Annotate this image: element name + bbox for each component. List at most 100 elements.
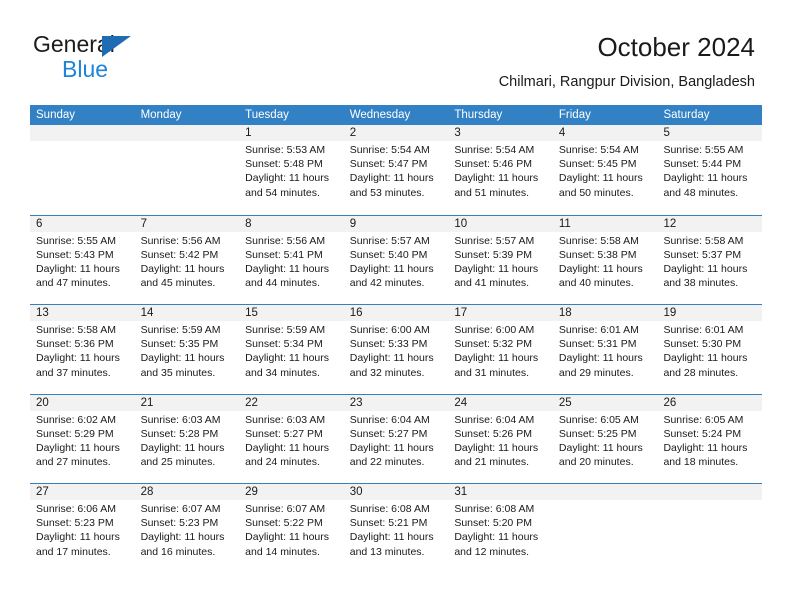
sunrise-text: Sunrise: 6:04 AM: [454, 413, 535, 426]
sunset-text: Sunset: 5:36 PM: [36, 338, 114, 351]
sunrise-text: Sunrise: 6:03 AM: [140, 413, 221, 426]
day-cell[interactable]: [30, 125, 135, 215]
day-number: 2: [349, 127, 357, 139]
sunset-text: Sunset: 5:30 PM: [663, 338, 742, 351]
daylight-text-line2: and 48 minutes.: [663, 186, 739, 199]
day-details: Sunrise: 6:01 AM Sunset: 5:30 PM Dayligh…: [663, 323, 756, 380]
day-cell[interactable]: 16 Sunrise: 6:00 AM Sunset: 5:33 PM Dayl…: [344, 305, 449, 394]
weekday-header-sunday: Sunday: [36, 109, 76, 121]
day-cell[interactable]: 6 Sunrise: 5:55 AM Sunset: 5:43 PM Dayli…: [30, 216, 135, 305]
daylight-text-line2: and 24 minutes.: [245, 456, 320, 469]
day-cell[interactable]: 3 Sunrise: 5:54 AM Sunset: 5:46 PM Dayli…: [448, 125, 553, 215]
week-row: 6 Sunrise: 5:55 AM Sunset: 5:43 PM Dayli…: [30, 214, 762, 305]
daylight-text-line2: and 41 minutes.: [454, 277, 530, 290]
sunset-text: Sunset: 5:48 PM: [245, 158, 323, 171]
sunset-text: Sunset: 5:35 PM: [140, 338, 219, 351]
daylight-text-line2: and 32 minutes.: [349, 366, 425, 379]
day-cell[interactable]: 11 Sunrise: 5:58 AM Sunset: 5:38 PM Dayl…: [553, 216, 658, 305]
daylight-text-line2: and 31 minutes.: [454, 366, 530, 379]
day-number: 26: [663, 396, 677, 409]
day-cell[interactable]: 14 Sunrise: 5:59 AM Sunset: 5:35 PM Dayl…: [135, 305, 240, 394]
day-cell[interactable]: 9 Sunrise: 5:57 AM Sunset: 5:40 PM Dayli…: [344, 216, 449, 305]
sunrise-text: Sunrise: 5:58 AM: [663, 234, 744, 247]
daylight-text-line1: Daylight: 11 hours: [663, 441, 748, 454]
sunrise-text: Sunrise: 5:54 AM: [454, 144, 535, 156]
day-cell[interactable]: 13 Sunrise: 5:58 AM Sunset: 5:36 PM Dayl…: [30, 305, 135, 394]
daylight-text-line2: and 29 minutes.: [558, 366, 634, 379]
day-cell[interactable]: 2 Sunrise: 5:54 AM Sunset: 5:47 PM Dayli…: [344, 125, 449, 215]
day-cell[interactable]: 4 Sunrise: 5:54 AM Sunset: 5:45 PM Dayli…: [553, 125, 658, 215]
day-cell[interactable]: 25 Sunrise: 6:05 AM Sunset: 5:25 PM Dayl…: [553, 395, 658, 484]
day-cell[interactable]: 17 Sunrise: 6:00 AM Sunset: 5:32 PM Dayl…: [448, 305, 553, 394]
sunset-text: Sunset: 5:46 PM: [454, 158, 532, 171]
day-cell[interactable]: 8 Sunrise: 5:56 AM Sunset: 5:41 PM Dayli…: [239, 216, 344, 305]
daylight-text-line1: Daylight: 11 hours: [349, 531, 434, 544]
day-cell[interactable]: 27 Sunrise: 6:06 AM Sunset: 5:23 PM Dayl…: [30, 484, 135, 573]
day-number: 18: [558, 307, 572, 319]
day-details: Sunrise: 6:00 AM Sunset: 5:32 PM Dayligh…: [454, 323, 547, 380]
sunrise-text: Sunrise: 5:58 AM: [36, 324, 116, 336]
daylight-text-line1: Daylight: 11 hours: [245, 172, 330, 185]
day-cell[interactable]: 30 Sunrise: 6:08 AM Sunset: 5:21 PM Dayl…: [344, 484, 449, 573]
day-number: 3: [454, 127, 461, 139]
day-number: 31: [454, 486, 468, 498]
day-cell[interactable]: 7 Sunrise: 5:56 AM Sunset: 5:42 PM Dayli…: [135, 216, 240, 305]
daylight-text-line1: Daylight: 11 hours: [349, 441, 434, 454]
daylight-text-line1: Daylight: 11 hours: [36, 262, 120, 275]
day-cell[interactable]: 23 Sunrise: 6:04 AM Sunset: 5:27 PM Dayl…: [344, 395, 449, 484]
day-number: [36, 125, 129, 141]
day-cell[interactable]: [657, 484, 762, 573]
general-blue-logo[interactable]: General Blue: [33, 31, 233, 82]
day-cell[interactable]: 24 Sunrise: 6:04 AM Sunset: 5:26 PM Dayl…: [448, 395, 553, 484]
day-cell[interactable]: 12 Sunrise: 5:58 AM Sunset: 5:37 PM Dayl…: [657, 216, 762, 305]
day-cell[interactable]: 5 Sunrise: 5:55 AM Sunset: 5:44 PM Dayli…: [657, 125, 762, 215]
day-cell[interactable]: 20 Sunrise: 6:02 AM Sunset: 5:29 PM Dayl…: [30, 395, 135, 484]
day-cell[interactable]: 29 Sunrise: 6:07 AM Sunset: 5:22 PM Dayl…: [239, 484, 344, 573]
daylight-text-line1: Daylight: 11 hours: [454, 352, 539, 365]
weekday-header-saturday: Saturday: [663, 109, 710, 121]
day-cell[interactable]: 1 Sunrise: 5:53 AM Sunset: 5:48 PM Dayli…: [239, 125, 344, 215]
day-cell[interactable]: 31 Sunrise: 6:08 AM Sunset: 5:20 PM Dayl…: [448, 484, 553, 573]
day-cell[interactable]: [553, 484, 658, 573]
daylight-text-line1: Daylight: 11 hours: [140, 441, 225, 454]
day-number: 10: [454, 217, 468, 230]
daylight-text-line2: and 28 minutes.: [663, 366, 739, 379]
day-details: Sunrise: 5:59 AM Sunset: 5:34 PM Dayligh…: [245, 323, 338, 380]
day-details: Sunrise: 5:59 AM Sunset: 5:35 PM Dayligh…: [141, 323, 234, 380]
sunrise-text: Sunrise: 5:57 AM: [454, 234, 535, 247]
day-number: 11: [558, 217, 571, 230]
sunrise-text: Sunrise: 6:06 AM: [36, 503, 116, 515]
sunset-text: Sunset: 5:39 PM: [454, 248, 532, 261]
day-cell[interactable]: 22 Sunrise: 6:03 AM Sunset: 5:27 PM Dayl…: [239, 395, 344, 484]
day-number: 8: [245, 217, 252, 230]
day-cell[interactable]: 19 Sunrise: 6:01 AM Sunset: 5:30 PM Dayl…: [657, 305, 762, 394]
day-cell[interactable]: 21 Sunrise: 6:03 AM Sunset: 5:28 PM Dayl…: [135, 395, 240, 484]
sunset-text: Sunset: 5:28 PM: [140, 427, 219, 440]
sunrise-text: Sunrise: 6:01 AM: [663, 324, 744, 336]
sunset-text: Sunset: 5:20 PM: [454, 517, 532, 530]
daylight-text-line2: and 22 minutes.: [349, 456, 425, 469]
day-cell[interactable]: 18 Sunrise: 6:01 AM Sunset: 5:31 PM Dayl…: [553, 305, 658, 394]
daylight-text-line1: Daylight: 11 hours: [454, 441, 539, 454]
daylight-text-line2: and 13 minutes.: [349, 545, 425, 558]
sunrise-text: Sunrise: 5:56 AM: [140, 234, 221, 247]
daylight-text-line2: and 18 minutes.: [663, 456, 739, 469]
sunset-text: Sunset: 5:34 PM: [245, 338, 323, 351]
day-details: Sunrise: 5:55 AM Sunset: 5:43 PM Dayligh…: [36, 234, 129, 291]
daylight-text-line2: and 25 minutes.: [140, 456, 216, 469]
sunset-text: Sunset: 5:42 PM: [140, 248, 219, 261]
day-details: Sunrise: 5:58 AM Sunset: 5:38 PM Dayligh…: [559, 234, 652, 291]
day-number: [559, 484, 652, 500]
day-details: Sunrise: 6:03 AM Sunset: 5:27 PM Dayligh…: [245, 413, 338, 470]
day-details: Sunrise: 6:08 AM Sunset: 5:21 PM Dayligh…: [350, 502, 443, 559]
daylight-text-line2: and 34 minutes.: [245, 366, 320, 379]
day-cell[interactable]: 28 Sunrise: 6:07 AM Sunset: 5:23 PM Dayl…: [135, 484, 240, 573]
daylight-text-line2: and 17 minutes.: [36, 545, 111, 558]
day-cell[interactable]: 15 Sunrise: 5:59 AM Sunset: 5:34 PM Dayl…: [239, 305, 344, 394]
daylight-text-line1: Daylight: 11 hours: [558, 352, 643, 365]
day-cell[interactable]: 10 Sunrise: 5:57 AM Sunset: 5:39 PM Dayl…: [448, 216, 553, 305]
day-number: 7: [140, 217, 147, 230]
day-cell[interactable]: [135, 125, 240, 215]
day-cell[interactable]: 26 Sunrise: 6:05 AM Sunset: 5:24 PM Dayl…: [657, 395, 762, 484]
day-number: 6: [36, 217, 43, 230]
